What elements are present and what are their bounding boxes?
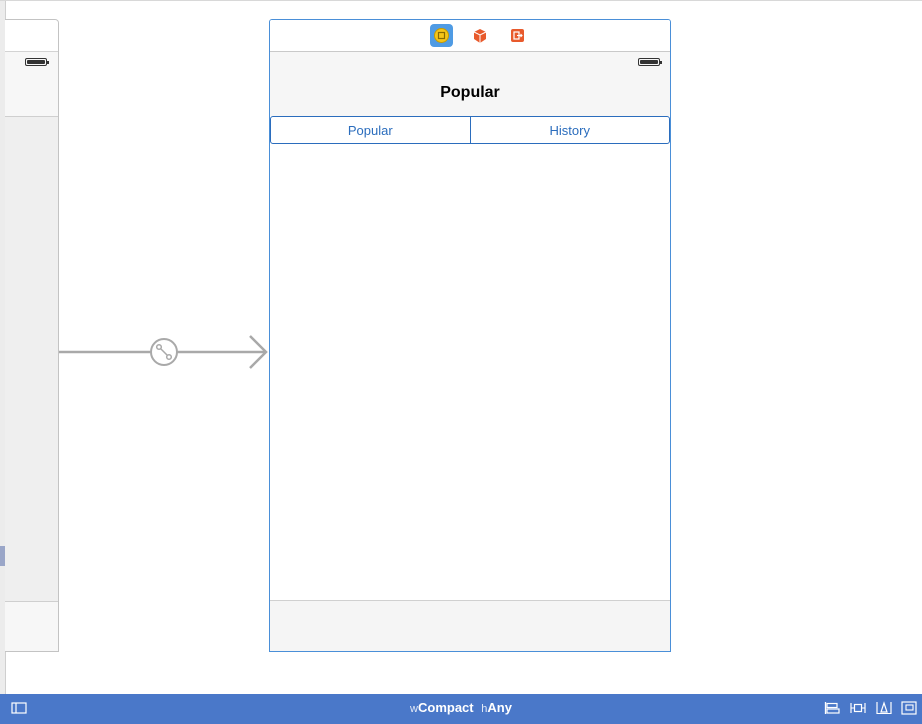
pin-icon[interactable] (850, 701, 866, 715)
battery-icon (25, 58, 49, 66)
resolve-issues-icon[interactable] (876, 701, 892, 715)
previous-scene-content (5, 117, 58, 602)
previous-scene-toolbar (5, 601, 58, 651)
height-prefix: h (481, 703, 488, 715)
previous-scene-navbar (5, 52, 58, 117)
scene-toolbar (270, 600, 670, 651)
height-size-class: Any (487, 700, 512, 715)
scene-dock (270, 20, 670, 52)
width-size-class: Compact (418, 700, 474, 715)
width-prefix: w (410, 703, 418, 715)
navigation-title: Popular (440, 84, 500, 101)
exit-icon[interactable] (506, 24, 529, 47)
segment-history[interactable]: History (469, 117, 670, 143)
segment-popular[interactable]: Popular (271, 117, 470, 143)
first-responder-icon[interactable] (468, 24, 491, 47)
resizing-icon[interactable] (901, 701, 917, 715)
previous-scene-dock (5, 20, 58, 52)
previous-scene[interactable] (5, 19, 59, 652)
storyboard-canvas[interactable]: Popular Popular History (0, 0, 922, 695)
popular-scene[interactable]: Popular Popular History (269, 19, 671, 652)
view-controller-icon[interactable] (430, 24, 453, 47)
size-class-bar: wCompact hAny (0, 694, 922, 724)
segmented-control[interactable]: Popular History (270, 116, 670, 144)
align-icon[interactable] (824, 701, 840, 715)
battery-icon (638, 58, 662, 66)
segue-arrow[interactable] (59, 331, 271, 373)
size-class-selector[interactable]: wCompact hAny (0, 700, 922, 715)
segue-icon[interactable] (150, 338, 178, 366)
